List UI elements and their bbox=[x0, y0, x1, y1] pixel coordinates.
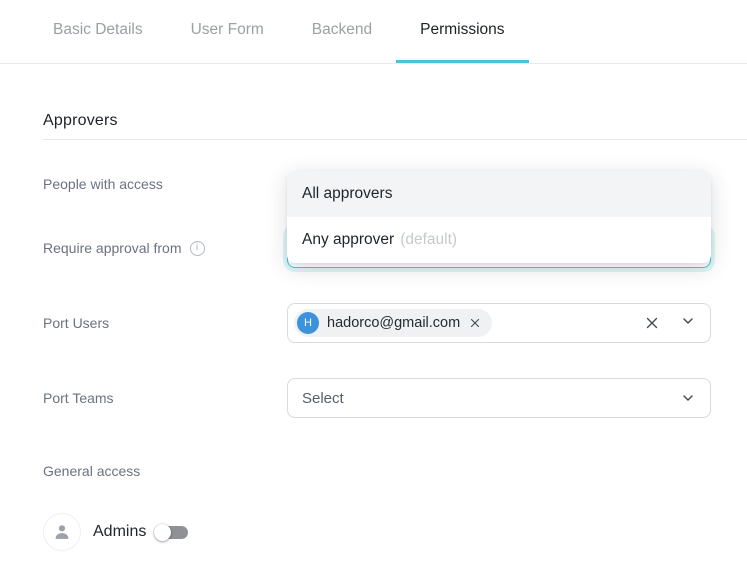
toggle-knob bbox=[154, 524, 171, 541]
port-teams-select[interactable]: Select bbox=[287, 378, 711, 418]
people-with-access-label: People with access bbox=[43, 176, 287, 192]
port-teams-row: Port Teams Select bbox=[43, 378, 747, 418]
port-users-select[interactable]: H hadorco@gmail.com bbox=[287, 303, 711, 343]
dropdown-option-default-suffix: (default) bbox=[400, 231, 457, 249]
admins-row: Admins bbox=[43, 513, 747, 551]
tab-permissions[interactable]: Permissions bbox=[396, 0, 528, 63]
user-chip-email: hadorco@gmail.com bbox=[327, 315, 460, 331]
section-divider bbox=[43, 139, 747, 140]
require-approval-label: Require approval from bbox=[43, 240, 287, 256]
require-approval-label-text: Require approval from bbox=[43, 240, 182, 256]
approvers-dropdown-menu: All approvers Any approver (default) bbox=[287, 171, 711, 263]
port-teams-select-value: Select bbox=[302, 390, 344, 407]
port-teams-label-text: Port Teams bbox=[43, 390, 114, 406]
tab-bar: Basic Details User Form Backend Permissi… bbox=[0, 0, 747, 64]
general-access-label: General access bbox=[43, 463, 747, 479]
clear-icon[interactable] bbox=[644, 315, 660, 331]
chevron-down-icon bbox=[680, 313, 696, 334]
dropdown-option-all-approvers[interactable]: All approvers bbox=[287, 171, 711, 217]
user-chip: H hadorco@gmail.com bbox=[294, 309, 492, 337]
dropdown-option-label: All approvers bbox=[302, 185, 392, 203]
tab-user-form[interactable]: User Form bbox=[167, 0, 288, 63]
tab-backend[interactable]: Backend bbox=[288, 0, 396, 63]
dropdown-option-label: Any approver bbox=[302, 231, 394, 249]
chip-close-icon[interactable] bbox=[468, 316, 482, 330]
port-users-label: Port Users bbox=[43, 315, 287, 331]
permissions-page: Basic Details User Form Backend Permissi… bbox=[0, 0, 747, 577]
admins-label: Admins bbox=[93, 523, 146, 541]
person-icon bbox=[43, 513, 81, 551]
port-users-row: Port Users H hadorco@gmail.com bbox=[43, 303, 747, 343]
approvers-section-title: Approvers bbox=[43, 112, 747, 130]
avatar: H bbox=[297, 312, 319, 334]
tab-basic-details[interactable]: Basic Details bbox=[29, 0, 167, 63]
field-actions bbox=[644, 313, 696, 334]
admins-toggle[interactable] bbox=[154, 524, 188, 541]
people-with-access-label-text: People with access bbox=[43, 176, 163, 192]
port-teams-label: Port Teams bbox=[43, 390, 287, 406]
port-users-label-text: Port Users bbox=[43, 315, 109, 331]
permissions-content: Approvers People with access Require app… bbox=[0, 112, 747, 551]
info-icon[interactable] bbox=[190, 241, 205, 256]
dropdown-option-any-approver[interactable]: Any approver (default) bbox=[287, 217, 711, 263]
chevron-down-icon bbox=[680, 390, 696, 406]
